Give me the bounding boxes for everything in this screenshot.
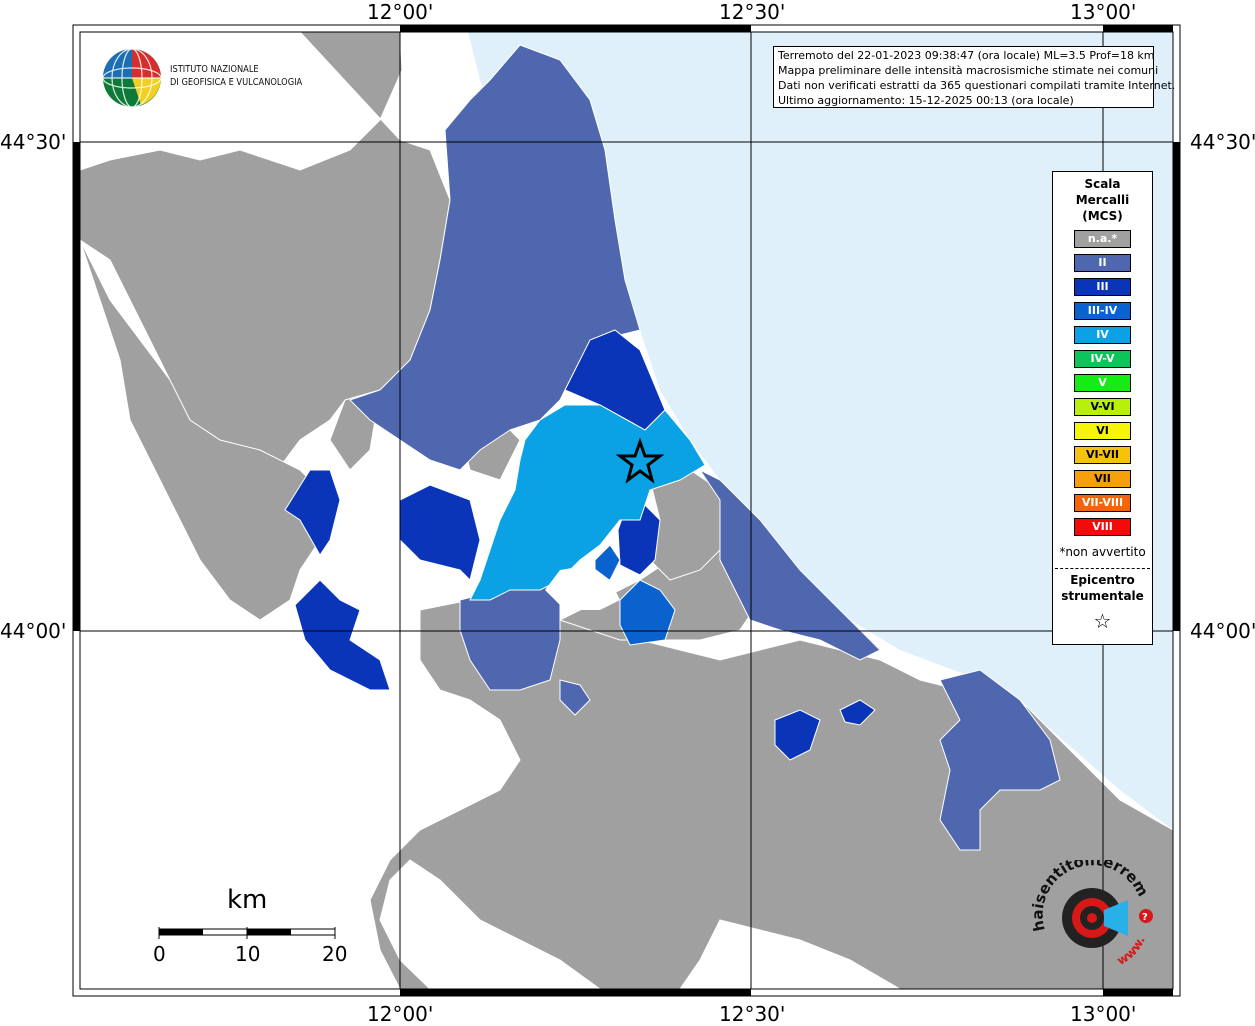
legend-separator (1055, 568, 1150, 569)
coord-bottom-12-00: 12°00' (367, 1002, 434, 1026)
legend-epicenter-line-1: Epicentro (1070, 573, 1135, 587)
ingv-globe-logo (102, 48, 162, 108)
coord-right-44-00: 44°00' (1190, 619, 1255, 643)
info-line-3: Dati non verificati estratti da 365 ques… (778, 79, 1176, 92)
svg-text:www.: www. (1114, 934, 1147, 968)
legend-epicenter-line-2: strumentale (1061, 589, 1144, 603)
scale-tick-20: 20 (322, 942, 348, 966)
svg-text:?: ? (1142, 912, 1148, 923)
scale-ruler (158, 927, 336, 939)
scale-bar: km 0 10 20 (150, 885, 360, 975)
legend-swatch-v: V (1074, 374, 1131, 392)
legend-swatch-v-vi: V-VI (1074, 398, 1131, 416)
event-info-box: Terremoto del 22-01-2023 09:38:47 (ora l… (773, 46, 1176, 108)
legend-na-note: *non avvertito (1059, 545, 1146, 559)
legend-swatch-vi: VI (1074, 422, 1131, 440)
scale-tick-10: 10 (235, 942, 261, 966)
legend-swatch-ii: II (1074, 254, 1131, 272)
legend-swatch-vii-viii: VII-VIII (1074, 494, 1131, 512)
ingv-name: ISTITUTO NAZIONALE DI GEOFISICA E VULCAN… (170, 63, 302, 89)
scale-tick-0: 0 (153, 942, 166, 966)
coord-top-12-30: 12°30' (719, 0, 786, 24)
coord-top-12-00: 12°00' (367, 0, 434, 24)
star-icon: ☆ (1093, 609, 1112, 633)
legend-swatch-viii: VIII (1074, 518, 1131, 536)
legend-swatch-n-a: n.a.* (1074, 230, 1131, 248)
ingv-name-line-2: DI GEOFISICA E VULCANOLOGIA (170, 77, 303, 88)
legend-title-line-1: Scala (1084, 177, 1121, 191)
legend-swatch-vii: VII (1074, 470, 1131, 488)
coord-right-44-30: 44°30' (1190, 130, 1255, 154)
legend-swatch-iii: III (1074, 278, 1131, 296)
legend-swatch-vi-vii: VI-VII (1074, 446, 1131, 464)
mcs-legend: Scala Mercalli (MCS) n.a.* II III III-IV IV I… (1052, 171, 1153, 645)
info-line-4: Ultimo aggiornamento: 15-12-2025 00:13 (… (778, 94, 1074, 107)
coord-bottom-13-00: 13°00' (1070, 1002, 1137, 1026)
legend-title-line-3: (MCS) (1082, 209, 1123, 223)
legend-title-line-2: Mercalli (1075, 193, 1130, 207)
info-line-2: Mappa preliminare delle intensità macros… (778, 64, 1159, 77)
legend-swatch-iv: IV (1074, 326, 1131, 344)
legend-swatch-iii-iv: III-IV (1074, 302, 1131, 320)
ingv-name-line-1: ISTITUTO NAZIONALE (170, 64, 259, 75)
legend-title: Scala Mercalli (MCS) (1053, 176, 1152, 224)
coord-top-13-00: 13°00' (1070, 0, 1137, 24)
haisentito-www: www. (1114, 934, 1147, 968)
legend-swatch-iv-v: IV-V (1074, 350, 1131, 368)
scale-unit: km (227, 885, 268, 915)
coord-bottom-12-30: 12°30' (719, 1002, 786, 1026)
legend-epicenter-label: Epicentro strumentale (1053, 572, 1152, 604)
haisentito-logo: haisentitoilterremoto.it www. ? (1030, 860, 1153, 968)
coord-left-44-30: 44°30' (0, 130, 67, 154)
info-line-1: Terremoto del 22-01-2023 09:38:47 (ora l… (778, 49, 1155, 62)
coord-left-44-00: 44°00' (0, 619, 67, 643)
